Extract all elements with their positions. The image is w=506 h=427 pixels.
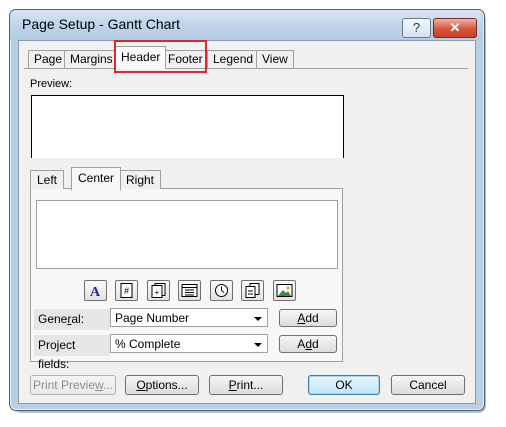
tab-margins[interactable]: Margins: [64, 50, 119, 68]
insert-page-number-button[interactable]: #: [115, 280, 138, 301]
print-button[interactable]: Print...: [209, 375, 283, 395]
project-fields-label: Project fields:: [34, 335, 110, 371]
project-fields-select-value: % Complete: [115, 337, 181, 351]
insert-current-time-icon: [215, 284, 228, 297]
insert-picture-button[interactable]: [273, 280, 296, 301]
format-text-font-icon: A: [90, 285, 101, 298]
svg-text:A: A: [90, 285, 101, 298]
general-add-button[interactable]: Add: [279, 309, 337, 327]
svg-text:+: +: [155, 288, 160, 297]
general-select[interactable]: Page Number: [110, 308, 268, 327]
options-button[interactable]: Options...: [125, 375, 199, 395]
insert-file-name-button[interactable]: [241, 280, 264, 301]
window-title: Page Setup - Gantt Chart: [22, 16, 180, 32]
tab-legend[interactable]: Legend: [207, 50, 260, 68]
general-label: General:: [34, 309, 110, 330]
ok-button[interactable]: OK: [308, 375, 380, 395]
insert-picture-icon: [276, 284, 293, 297]
insert-current-date-icon: [181, 284, 198, 297]
cancel-button[interactable]: Cancel: [391, 375, 465, 395]
project-fields-select[interactable]: % Complete: [110, 334, 268, 353]
chevron-down-icon: [254, 343, 262, 347]
insert-date-button[interactable]: [178, 280, 201, 301]
svg-text:#: #: [124, 286, 129, 296]
insert-total-pages-button[interactable]: +: [147, 280, 170, 301]
close-button[interactable]: ✕: [433, 18, 477, 38]
insert-file-name-icon: [245, 283, 260, 298]
insert-total-page-count-icon: +: [151, 283, 166, 298]
print-preview-button[interactable]: Print Preview...: [30, 375, 116, 395]
preview-pane: [31, 95, 344, 158]
project-fields-add-button[interactable]: Add: [279, 335, 337, 353]
tab-center[interactable]: Center: [71, 167, 122, 191]
tab-view[interactable]: View: [256, 50, 294, 68]
insert-time-button[interactable]: [210, 280, 233, 301]
general-select-value: Page Number: [115, 311, 190, 325]
header-text-area[interactable]: [36, 200, 338, 269]
tab-left[interactable]: Left: [30, 170, 65, 189]
tab-right[interactable]: Right: [119, 170, 162, 189]
highlight-box: [114, 40, 207, 73]
chevron-down-icon: [254, 317, 262, 321]
insert-page-number-icon: #: [120, 283, 133, 298]
format-text-button[interactable]: A: [84, 280, 107, 301]
tab-strip-line: [24, 68, 468, 69]
tab-page[interactable]: Page: [28, 50, 69, 68]
help-button[interactable]: ?: [402, 18, 431, 38]
preview-label: Preview:: [30, 78, 73, 90]
